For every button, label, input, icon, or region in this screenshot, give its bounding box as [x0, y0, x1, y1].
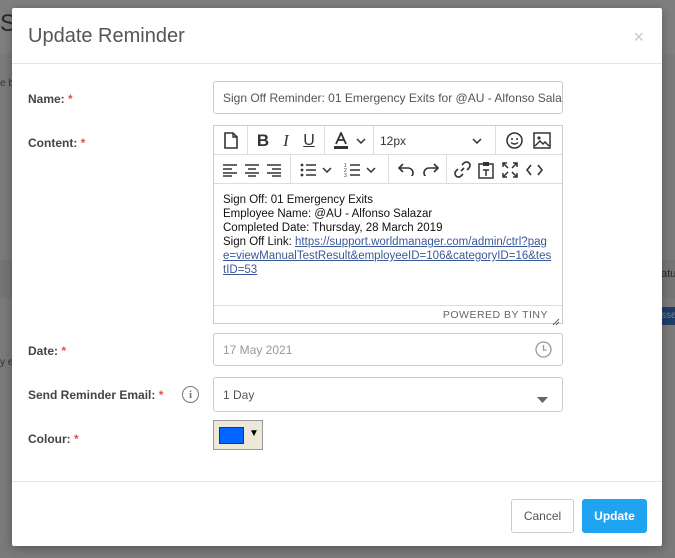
italic-icon[interactable]: I — [276, 130, 296, 151]
name-label: Name: * — [28, 92, 73, 106]
underline-icon[interactable]: U — [298, 130, 320, 151]
resize-handle-icon[interactable] — [552, 313, 560, 326]
align-center-icon[interactable] — [242, 159, 262, 180]
font-size-dropdown-icon[interactable] — [470, 130, 484, 151]
clock-icon[interactable] — [535, 341, 552, 361]
bold-icon[interactable]: B — [252, 130, 274, 151]
toolbar-separator — [290, 155, 291, 184]
text-color-icon[interactable] — [330, 130, 352, 151]
required-marker: * — [68, 92, 73, 106]
modal-title: Update Reminder — [28, 25, 185, 47]
redo-icon[interactable] — [420, 159, 440, 180]
font-size-select[interactable]: 12px — [380, 130, 470, 151]
date-label-text: Date: — [28, 344, 59, 358]
close-icon[interactable]: × — [633, 28, 644, 46]
align-right-icon[interactable] — [264, 159, 284, 180]
image-icon[interactable] — [532, 130, 552, 151]
emoticons-icon[interactable] — [504, 130, 524, 151]
send-reminder-email-label: Send Reminder Email: * — [28, 388, 163, 402]
modal-header: Update Reminder × — [12, 8, 662, 64]
editor-statusbar: POWERED BY TINY — [214, 305, 562, 326]
content-line: Completed Date: Thursday, 28 March 2019 — [223, 222, 443, 234]
content-line: Employee Name: @AU - Alfonso Salazar — [223, 208, 433, 220]
align-left-icon[interactable] — [220, 159, 240, 180]
numbered-list-dropdown-icon[interactable] — [364, 159, 378, 180]
update-reminder-modal: Update Reminder × Name: * Sign Off Remin… — [12, 8, 662, 546]
link-icon[interactable] — [452, 159, 472, 180]
content-label-text: Content: — [28, 136, 78, 150]
cancel-button[interactable]: Cancel — [511, 499, 574, 533]
powered-by-tiny[interactable]: POWERED BY TINY — [443, 309, 548, 321]
rich-text-editor: B I U 12px 1 2 3 Sign Off: 01 Emergency … — [213, 125, 563, 326]
required-marker: * — [80, 136, 86, 150]
required-marker: * — [61, 344, 67, 358]
date-value: 17 May 2021 — [223, 343, 293, 357]
source-code-icon[interactable] — [524, 159, 544, 180]
undo-icon[interactable] — [396, 159, 416, 180]
name-input[interactable]: Sign Off Reminder: 01 Emergency Exits fo… — [213, 81, 563, 114]
colour-picker[interactable]: ▼ — [213, 420, 263, 450]
content-line: Sign Off: 01 Emergency Exits — [223, 194, 373, 206]
font-size-value: 12px — [380, 133, 407, 148]
paste-text-icon[interactable] — [476, 159, 496, 180]
bullet-list-dropdown-icon[interactable] — [320, 159, 334, 180]
send-reminder-email-value: 1 Day — [223, 388, 255, 402]
toolbar-separator — [495, 126, 496, 155]
fullscreen-icon[interactable] — [500, 159, 520, 180]
chevron-down-icon — [537, 392, 548, 406]
colour-swatch — [219, 427, 244, 444]
numbered-list-icon[interactable]: 123 — [342, 159, 362, 180]
date-label: Date: * — [28, 344, 66, 358]
editor-toolbar-row-1: B I U 12px — [214, 126, 562, 155]
link-prefix: Sign Off Link: — [223, 236, 296, 248]
toolbar-separator — [324, 126, 325, 155]
date-input[interactable]: 17 May 2021 — [213, 333, 563, 366]
editor-toolbar-row-2: 123 — [214, 155, 562, 184]
colour-label: Colour: * — [28, 432, 79, 446]
update-button[interactable]: Update — [582, 499, 647, 533]
toolbar-separator — [446, 155, 447, 184]
content-label: Content: * — [28, 136, 85, 150]
colour-label-text: Colour: — [28, 432, 71, 446]
svg-text:3: 3 — [344, 173, 347, 177]
info-icon[interactable]: i — [182, 386, 199, 403]
bullet-list-icon[interactable] — [298, 159, 318, 180]
editor-content-area[interactable]: Sign Off: 01 Emergency Exits Employee Na… — [214, 184, 562, 306]
toolbar-separator — [388, 155, 389, 184]
colour-dropdown-icon: ▼ — [249, 428, 259, 439]
required-marker: * — [74, 432, 79, 446]
toolbar-separator — [247, 126, 248, 155]
required-marker: * — [158, 388, 164, 402]
modal-footer: Cancel Update — [12, 481, 662, 546]
text-color-dropdown-icon[interactable] — [354, 130, 368, 151]
name-label-text: Name: — [28, 92, 65, 106]
send-reminder-email-select[interactable]: 1 Day — [213, 377, 563, 412]
toolbar-separator — [373, 126, 374, 155]
send-reminder-email-label-text: Send Reminder Email: — [28, 388, 156, 402]
content-link-line: Sign Off Link: https://support.worldmana… — [223, 235, 553, 277]
new-document-icon[interactable] — [220, 130, 242, 151]
